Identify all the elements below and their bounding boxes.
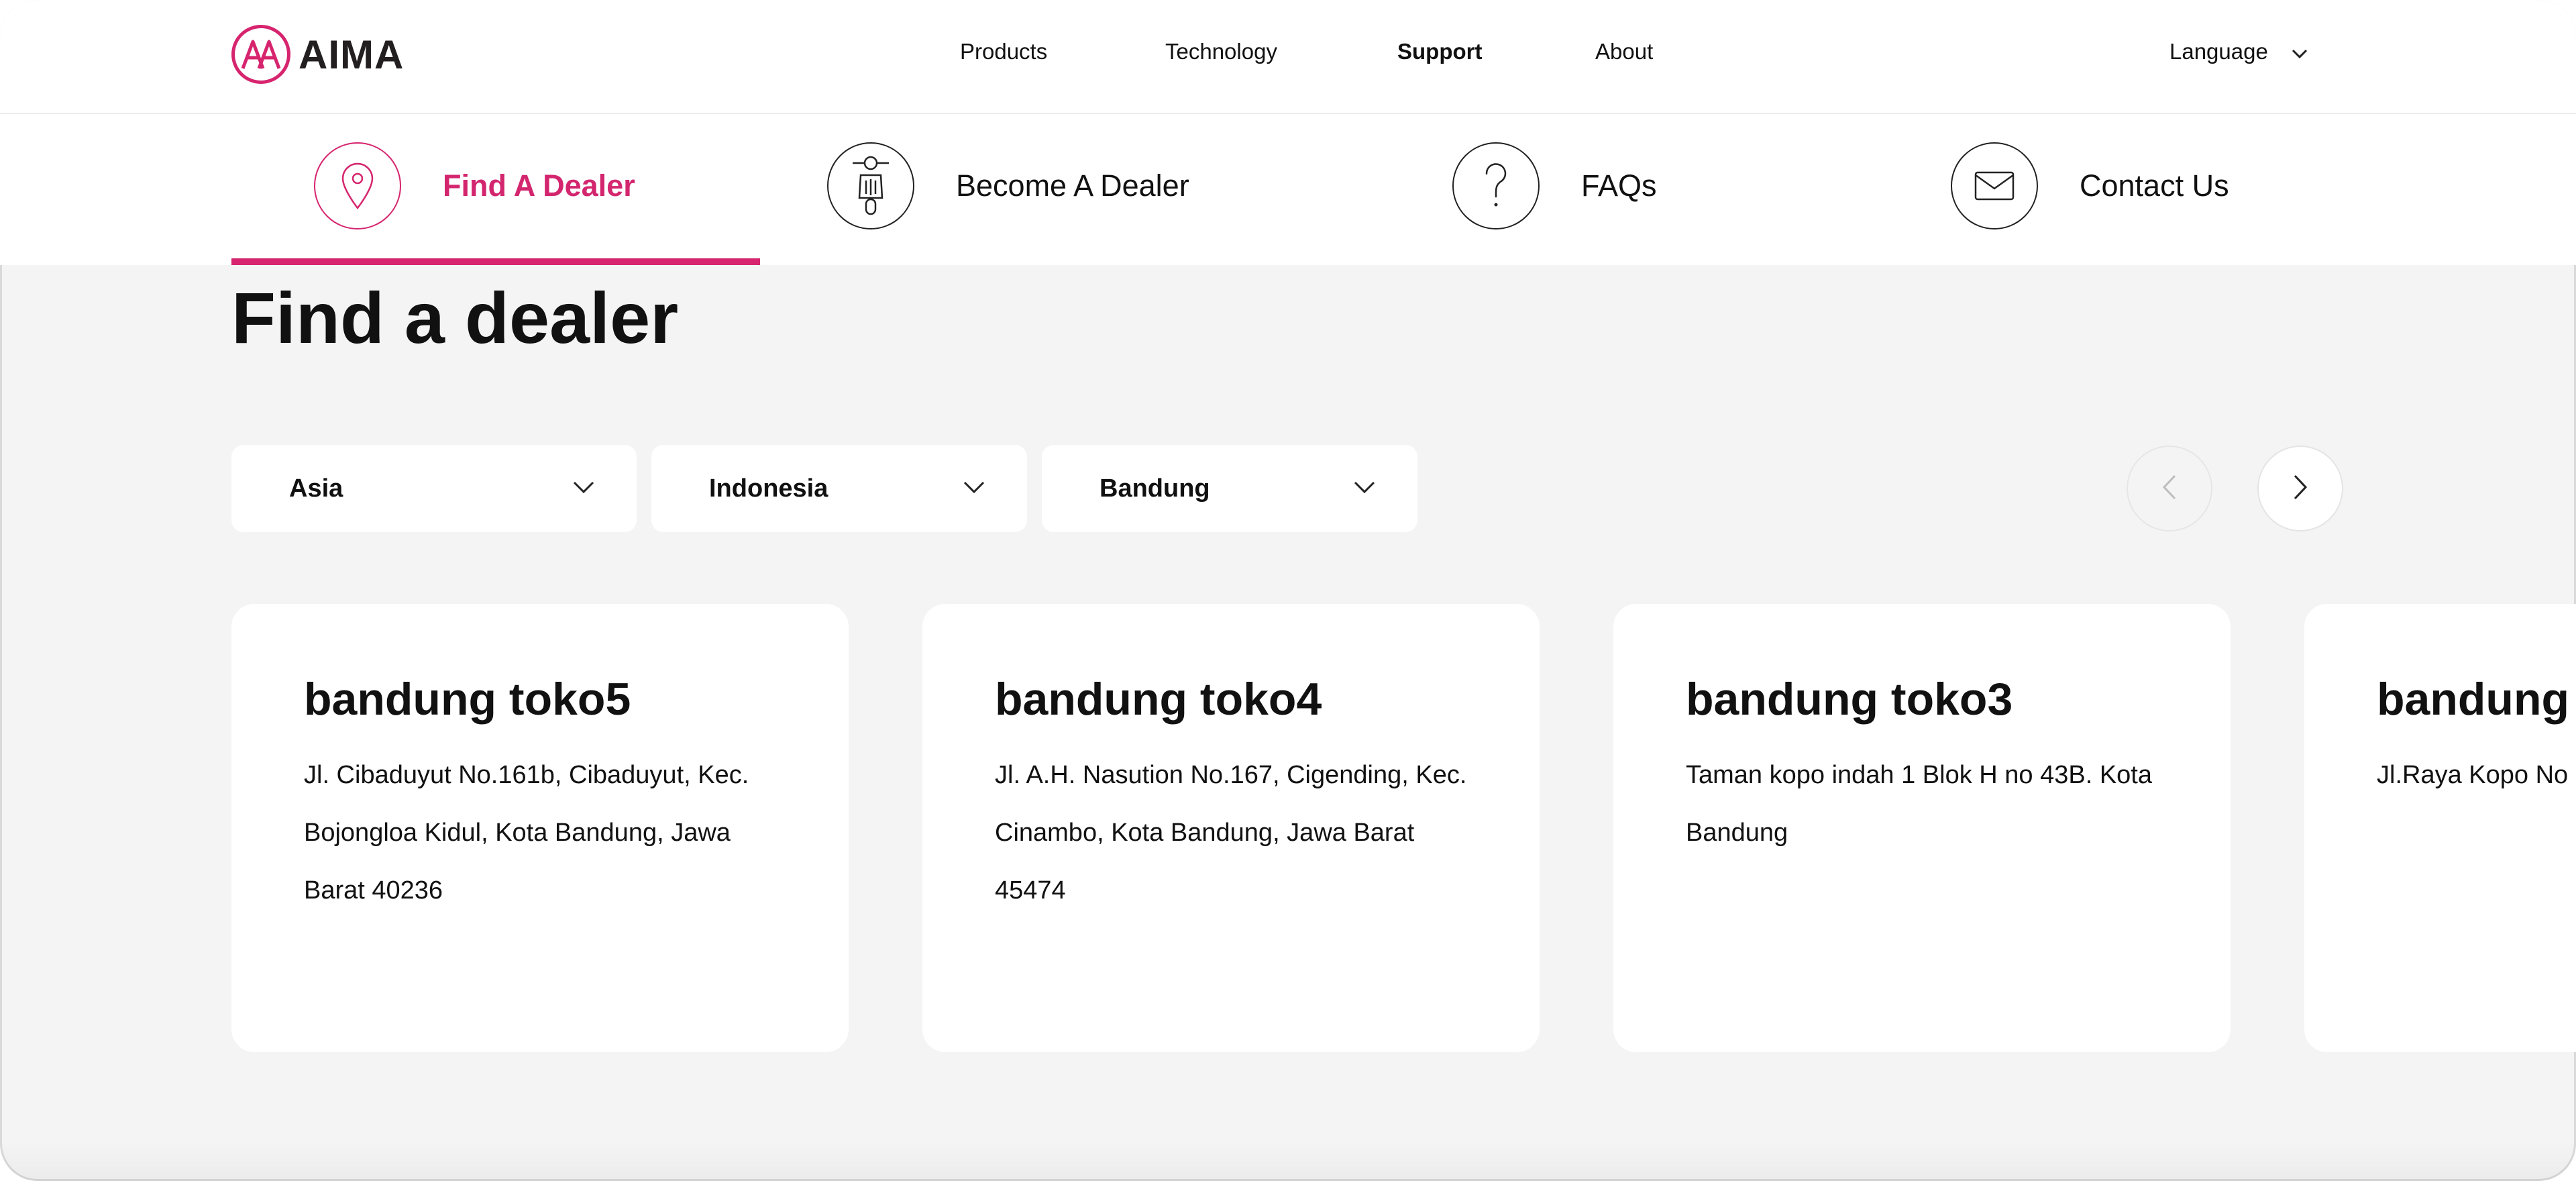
city-select[interactable]: Bandung [1042,445,1417,532]
region-select-value: Asia [289,474,343,503]
dealer-address: Jl. Cibaduyut No.161b, Cibaduyut, Kec. B… [304,760,749,905]
tab-become-a-dealer[interactable]: Become A Dealer [827,141,1189,231]
nav-link-support[interactable]: Support [1397,39,1482,64]
page-bottom-shadow [0,1141,2576,1181]
top-navigation: AIMA Products Technology Support About L… [0,0,2576,114]
carousel-prev-button[interactable] [2127,446,2212,531]
aima-logo[interactable]: AIMA [231,23,404,86]
language-label: Language [2169,39,2268,64]
dealer-card[interactable]: bandung Jl.Raya Kopo No [2304,604,2576,1052]
country-select-value: Indonesia [709,474,828,503]
dealer-name: bandung toko3 [1686,674,2013,725]
dealer-name: bandung [2377,674,2570,725]
tab-contact-us[interactable]: Contact Us [1951,141,2229,231]
chevron-down-icon [963,480,985,497]
logo-wordmark: AIMA [299,32,405,77]
nav-link-products[interactable]: Products [960,39,1047,64]
nav-link-technology[interactable]: Technology [1165,39,1277,64]
chevron-left-icon [2162,474,2177,504]
support-subnav: Find A Dealer Become A Dealer FAQs Conta… [0,114,2576,265]
question-mark-icon [1452,142,1540,229]
app-frame: AIMA Products Technology Support About L… [0,0,2576,1181]
dealer-card[interactable]: bandung toko4 Jl. A.H. Nasution No.167, … [922,604,1540,1052]
scooter-rider-icon [827,142,914,229]
carousel-next-button[interactable] [2257,446,2343,531]
location-pin-icon [314,142,401,229]
nav-link-about[interactable]: About [1595,39,1653,64]
chevron-down-icon [2291,39,2308,64]
chevron-right-icon [2293,474,2308,504]
tab-label: Find A Dealer [443,168,635,203]
tab-label: Become A Dealer [956,168,1189,203]
chevron-down-icon [572,480,595,497]
dealer-name: bandung toko5 [304,674,631,725]
dealer-address: Jl. A.H. Nasution No.167, Cigending, Kec… [995,760,1467,905]
dealer-address: Taman kopo indah 1 Blok H no 43B. Kota B… [1686,760,2153,847]
dealer-card[interactable]: bandung toko3 Taman kopo indah 1 Blok H … [1613,604,2231,1052]
dealer-card[interactable]: bandung toko5 Jl. Cibaduyut No.161b, Cib… [231,604,849,1052]
tab-label: Contact Us [2080,168,2229,203]
language-selector[interactable]: Language [2169,39,2308,64]
dealer-name: bandung toko4 [995,674,1322,725]
city-select-value: Bandung [1099,474,1210,503]
envelope-icon [1951,142,2038,229]
dealer-address: Jl.Raya Kopo No [2377,760,2569,789]
tab-label: FAQs [1581,168,1657,203]
tab-find-a-dealer[interactable]: Find A Dealer [314,141,635,231]
chevron-down-icon [1353,480,1376,497]
country-select[interactable]: Indonesia [651,445,1027,532]
aima-logo-mark-icon [231,25,290,84]
active-tab-indicator [231,258,760,265]
page-title: Find a dealer [231,277,679,358]
tab-faqs[interactable]: FAQs [1452,141,1657,231]
region-select[interactable]: Asia [231,445,637,532]
